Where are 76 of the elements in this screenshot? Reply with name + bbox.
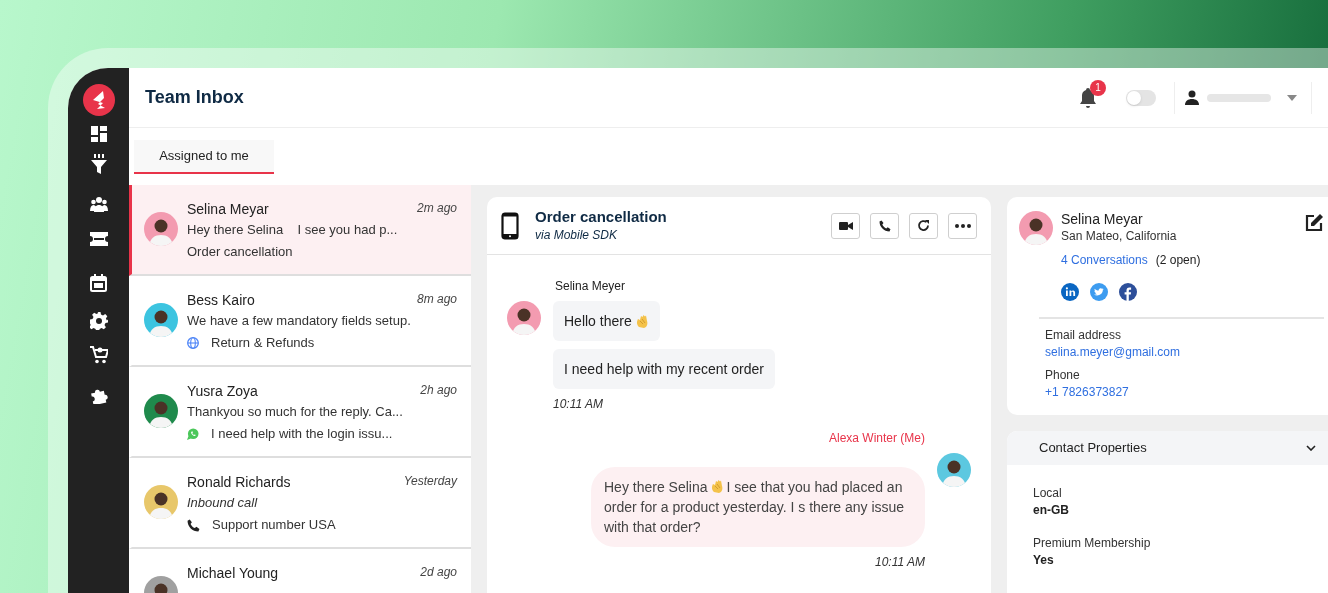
linkedin-icon[interactable] [1061, 283, 1079, 301]
contact-name: Bess Kairo [187, 291, 255, 310]
conversations-link[interactable]: 4 Conversations [1061, 251, 1148, 269]
more-button[interactable] [948, 212, 977, 239]
video-camera-icon [838, 220, 853, 231]
bell-icon [1078, 86, 1098, 109]
message-preview: Hey there Selina I see you had p... [187, 221, 399, 239]
cart-icon[interactable] [89, 346, 108, 364]
timestamp: 10:11 AM [553, 396, 604, 413]
section-header[interactable]: Contact Properties [1007, 431, 1328, 465]
name-placeholder [1207, 93, 1271, 102]
open-count: (2 open) [1155, 252, 1201, 269]
refresh-button[interactable] [909, 212, 938, 239]
funnel-icon[interactable] [90, 154, 107, 174]
message-text: Hello there [564, 311, 632, 331]
edit-icon[interactable] [1304, 213, 1324, 233]
message-text: I need help with my recent order [564, 359, 764, 379]
timestamp: Yesterday [403, 473, 457, 490]
message-preview: Thankyou so much for the reply. Ca... [187, 403, 404, 421]
phone-icon [878, 219, 891, 232]
field-link[interactable]: +1 7826373827 [1045, 383, 1324, 401]
mobile-phone-icon [501, 211, 519, 240]
user-icon [1185, 90, 1199, 105]
people-icon[interactable] [89, 196, 108, 212]
timestamp: 10:11 AM [874, 554, 925, 571]
sender-name: Selina Meyer [555, 278, 626, 295]
conversation-subject: Order cancellation [187, 243, 293, 261]
bird-icon[interactable] [1090, 283, 1108, 301]
notifications-button[interactable]: 1 [1068, 77, 1108, 118]
tab[interactable]: Assigned to me [134, 139, 274, 174]
more-icon [954, 223, 971, 228]
timestamp: 2d ago [420, 564, 457, 581]
caret-icon [1287, 94, 1297, 101]
avatar [1019, 211, 1053, 245]
timestamp: 2h ago [420, 382, 457, 399]
conversation-subject: Return & Refunds [211, 334, 315, 352]
timestamp: 8m ago [416, 291, 457, 308]
chat-bubble-icon [187, 428, 199, 440]
field-label: Email address [1045, 327, 1123, 343]
conversation-item[interactable]: Selina Meyar 2m ago Hey there Selina I see you had p... Order cancellation [129, 185, 471, 276]
conversation-subject: I need help with the login issu... [211, 425, 393, 443]
field-link[interactable]: selina.meyer@gmail.com [1045, 343, 1324, 361]
channel-label: via Mobile SDK [535, 226, 619, 244]
field-value: en-GB [1033, 502, 1070, 519]
message-preview: We have a few mandatory fields setup. [187, 312, 412, 330]
call-button[interactable] [870, 212, 899, 239]
contact-name: Ronald Richards [187, 473, 291, 492]
settings-icon[interactable] [89, 312, 108, 330]
contact-name: Michael Young [187, 564, 279, 583]
sender-name: Alexa Winter (Me) [828, 430, 925, 447]
message-text: Hey there Selina I see that you had placed an order for a product yesterday. I s there any issue with that order? [604, 478, 906, 537]
contact-location: San Mateo, California [1061, 228, 1177, 245]
facebook-icon[interactable] [1119, 283, 1137, 301]
logo[interactable] [82, 84, 115, 116]
contact-name: Selina Meyar [1061, 211, 1144, 227]
refresh-icon [917, 219, 930, 232]
page-title: Team Inbox [145, 86, 244, 109]
contact-name: Selina Meyar [187, 200, 269, 219]
message-preview: Inbound call [187, 494, 259, 512]
video-call-button[interactable] [831, 212, 860, 239]
calendar-icon[interactable] [90, 274, 107, 292]
conversation-subject: Support number USA [212, 516, 336, 534]
field-label: Phone [1045, 367, 1081, 383]
field-label: Local [1033, 485, 1063, 502]
contact-name: Yusra Zoya [187, 382, 258, 401]
puzzle-icon[interactable] [89, 388, 108, 404]
ticket-icon[interactable] [89, 232, 108, 246]
dashboard-icon[interactable] [90, 126, 107, 142]
notification-count: 1 [1090, 79, 1106, 96]
timestamp: 2m ago [416, 200, 457, 217]
field-value: Yes [1033, 552, 1055, 569]
toggle-switch[interactable] [1126, 89, 1156, 106]
globe-icon [187, 337, 199, 349]
phone-icon [187, 518, 200, 532]
conversation-title: Order cancellation [535, 207, 667, 226]
field-label: Premium Membership [1033, 535, 1152, 552]
